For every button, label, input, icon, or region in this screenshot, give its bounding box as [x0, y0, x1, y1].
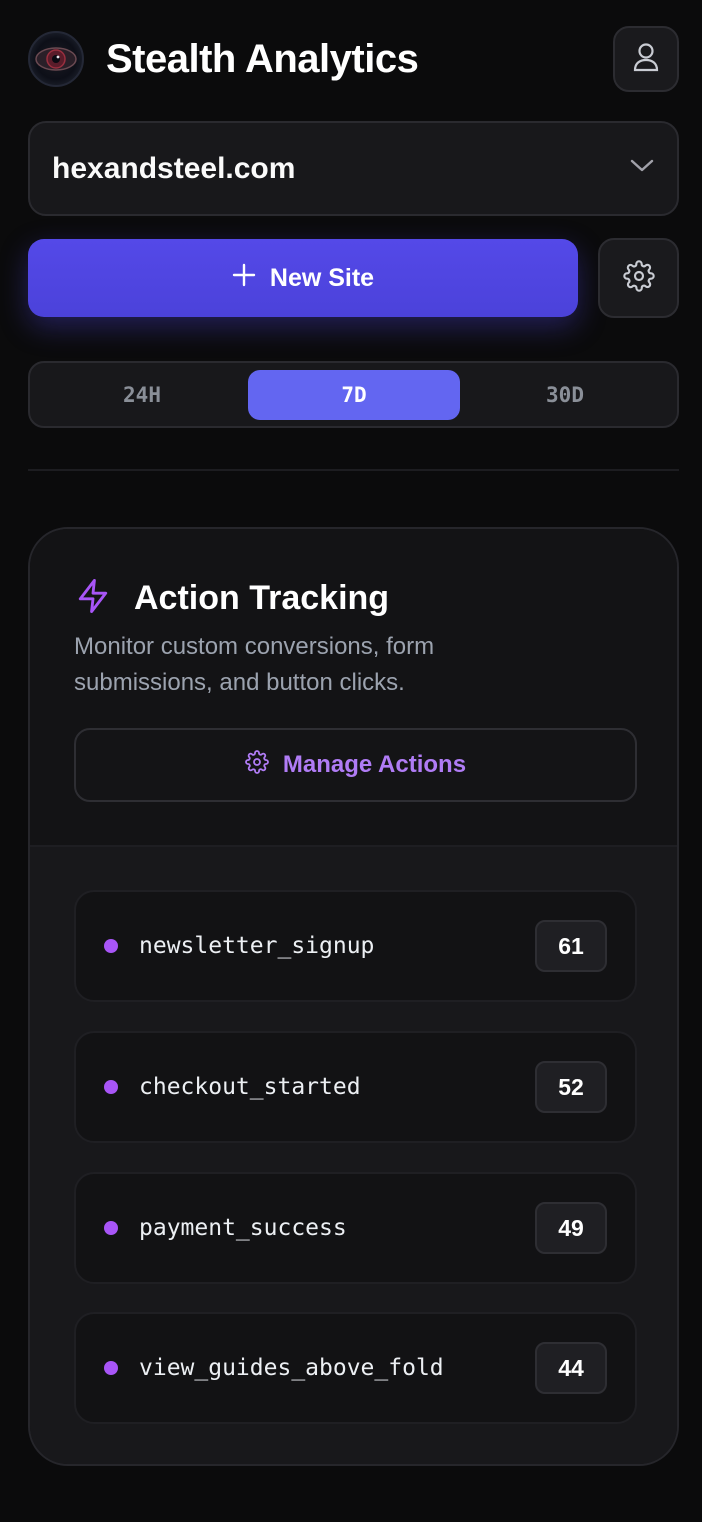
action-item[interactable]: view_guides_above_fold 44 [74, 1312, 637, 1424]
chevron-down-icon [629, 158, 655, 179]
lightning-icon [76, 577, 110, 620]
action-item[interactable]: payment_success 49 [74, 1172, 637, 1284]
action-item[interactable]: checkout_started 52 [74, 1031, 637, 1143]
range-option-7d[interactable]: 7D [248, 370, 460, 420]
profile-button[interactable] [613, 26, 679, 92]
selected-site-label: hexandsteel.com [52, 151, 296, 185]
action-tracking-card: Action Tracking Monitor custom conversio… [28, 527, 679, 1466]
action-list: newsletter_signup 61 checkout_started 52… [30, 845, 677, 1464]
time-range-selector: 24H 7D 30D [28, 361, 679, 428]
status-dot [104, 1361, 118, 1375]
gear-icon [245, 749, 269, 781]
status-dot [104, 1221, 118, 1235]
status-dot [104, 939, 118, 953]
action-name: payment_success [139, 1215, 347, 1241]
app-screen: Stealth Analytics hexandsteel.com New Si… [0, 0, 702, 1522]
eye-logo-icon [28, 31, 84, 87]
new-site-button[interactable]: New Site [28, 239, 578, 317]
site-selector[interactable]: hexandsteel.com [28, 121, 679, 216]
action-count-badge: 49 [535, 1202, 607, 1254]
status-dot [104, 1080, 118, 1094]
card-title-row: Action Tracking [76, 577, 389, 620]
range-option-30d[interactable]: 30D [459, 370, 671, 420]
card-description: Monitor custom conversions, form submiss… [74, 633, 435, 696]
user-icon [632, 42, 660, 77]
manage-actions-button[interactable]: Manage Actions [74, 728, 637, 802]
new-site-label: New Site [269, 263, 375, 292]
settings-button[interactable] [598, 238, 679, 318]
action-count-badge: 52 [535, 1061, 607, 1113]
action-name: view_guides_above_fold [139, 1355, 444, 1381]
card-header: Action Tracking Monitor custom conversio… [30, 529, 677, 845]
action-count-badge: 61 [535, 920, 607, 972]
card-title: Action Tracking [134, 579, 390, 617]
app-title: Stealth Analytics [106, 36, 419, 81]
section-divider [28, 469, 679, 471]
range-option-24h[interactable]: 24H [36, 370, 248, 420]
action-name: newsletter_signup [139, 933, 375, 959]
manage-actions-label: Manage Actions [282, 751, 467, 778]
action-name: checkout_started [139, 1074, 361, 1100]
header: Stealth Analytics [28, 26, 679, 92]
action-count-badge: 44 [535, 1342, 607, 1394]
action-item[interactable]: newsletter_signup 61 [74, 890, 637, 1002]
gear-icon [622, 259, 655, 297]
plus-icon [232, 263, 256, 294]
